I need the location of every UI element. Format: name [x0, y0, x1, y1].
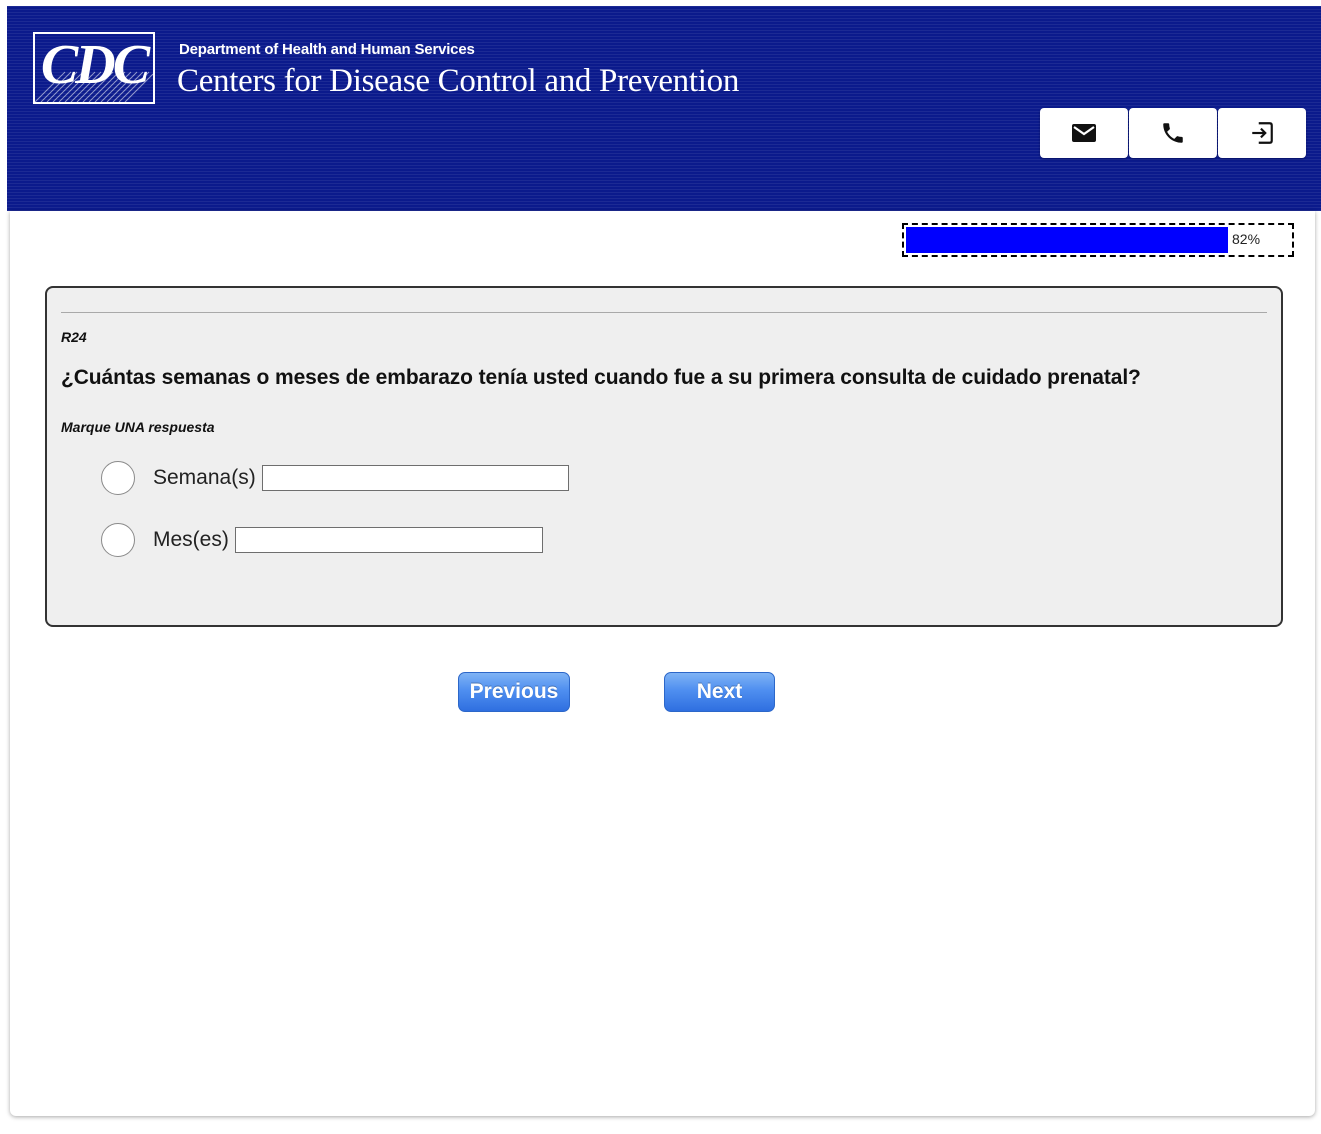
option-months: Mes(es) — [101, 521, 543, 559]
progress-fill — [906, 227, 1228, 253]
survey-page: CDC Department of Health and Human Servi… — [0, 0, 1321, 1134]
department-name: Department of Health and Human Services — [179, 41, 475, 58]
phone-icon — [1163, 123, 1183, 143]
header-banner: CDC Department of Health and Human Servi… — [7, 6, 1321, 211]
mail-button[interactable] — [1040, 108, 1128, 158]
logout-button[interactable] — [1218, 108, 1306, 158]
content-card: 82% R24 ¿Cuántas semanas o meses de emba… — [10, 211, 1315, 1116]
progress-label: 82% — [1232, 231, 1261, 247]
months-label: Mes(es) — [153, 528, 229, 551]
cdc-logo: CDC — [33, 32, 155, 104]
logout-icon — [1252, 122, 1273, 144]
header-actions — [1040, 108, 1306, 158]
question-text: ¿Cuántas semanas o meses de embarazo ten… — [61, 366, 1141, 389]
mail-icon — [1072, 124, 1096, 142]
agency-name: Centers for Disease Control and Preventi… — [177, 63, 740, 99]
months-radio[interactable] — [101, 523, 135, 557]
next-button[interactable]: Next — [664, 672, 775, 712]
weeks-radio[interactable] — [101, 461, 135, 495]
weeks-input[interactable] — [261, 465, 569, 491]
question-instruction: Marque UNA respuesta — [61, 419, 215, 435]
question-id: R24 — [61, 329, 87, 345]
weeks-label: Semana(s) — [153, 466, 256, 489]
months-input[interactable] — [234, 527, 543, 553]
divider — [61, 312, 1267, 313]
question-panel: R24 ¿Cuántas semanas o meses de embarazo… — [45, 286, 1283, 627]
progress-bar: 82% — [902, 223, 1294, 257]
logo-text: CDC — [40, 34, 150, 96]
option-weeks: Semana(s) — [101, 459, 569, 497]
phone-button[interactable] — [1129, 108, 1217, 158]
previous-button[interactable]: Previous — [458, 672, 570, 712]
